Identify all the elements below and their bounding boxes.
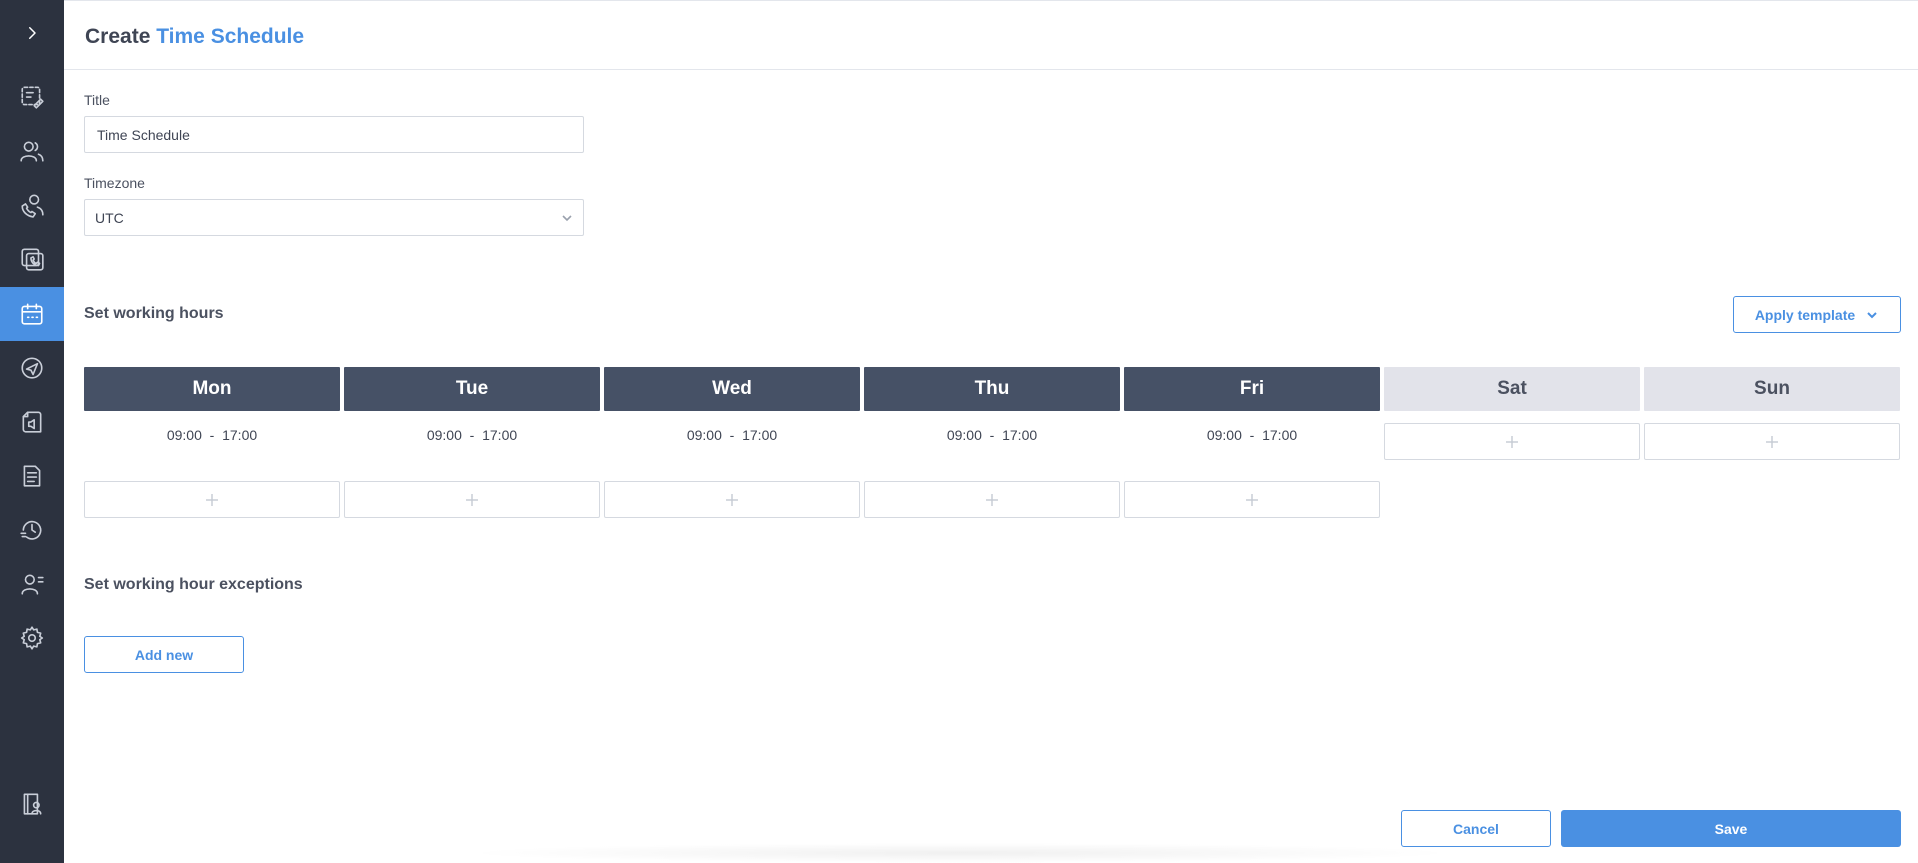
time-start[interactable]: 09:00 (1207, 427, 1242, 443)
working-hours-title: Set working hours (84, 305, 224, 322)
add-exception-label: Add new (134, 646, 194, 663)
users-icon (20, 141, 44, 162)
day-toggle-sat[interactable]: Sat (1384, 367, 1640, 411)
day-column-sun: Sun (1644, 367, 1900, 460)
day-toggle-tue[interactable]: Tue (344, 367, 600, 411)
day-column-fri: Fri 09:00 - 17:00 (1124, 367, 1380, 518)
chevron-down-icon (562, 214, 572, 221)
sidebar-item-history[interactable] (0, 503, 64, 557)
title-label: Title (84, 92, 110, 108)
add-time-slot-button[interactable] (864, 481, 1120, 518)
time-range[interactable]: 09:00 - 17:00 (84, 427, 340, 443)
time-separator: - (729, 427, 735, 443)
add-time-slot-button[interactable] (1384, 423, 1640, 460)
gear-icon (20, 626, 44, 650)
time-end[interactable]: 17:00 (482, 427, 517, 443)
sidebar-item-reports[interactable] (0, 449, 64, 503)
cancel-label: Cancel (1453, 820, 1499, 837)
phone-copy-icon (21, 248, 44, 271)
sidebar-item-settings[interactable] (0, 611, 64, 665)
history-icon (20, 520, 42, 540)
time-range[interactable]: 09:00 - 17:00 (1124, 427, 1380, 443)
sidebar-item-campaigns[interactable] (0, 341, 64, 395)
chevron-right-icon (29, 27, 36, 39)
page-title-accent: Time Schedule (156, 25, 305, 48)
day-column-mon: Mon 09:00 - 17:00 (84, 367, 340, 518)
page-title: Create Time Schedule (85, 25, 304, 49)
day-toggle-thu[interactable]: Thu (864, 367, 1120, 411)
sidebar (0, 0, 64, 863)
time-start[interactable]: 09:00 (687, 427, 722, 443)
sidebar-item-time-schedules[interactable] (0, 287, 64, 341)
title-input[interactable] (84, 116, 584, 153)
day-column-wed: Wed 09:00 - 17:00 (604, 367, 860, 518)
rocket-icon (21, 357, 43, 379)
plus-icon (206, 493, 218, 506)
plus-icon (986, 493, 998, 506)
time-range[interactable]: 09:00 - 17:00 (344, 427, 600, 443)
time-end[interactable]: 17:00 (1002, 427, 1037, 443)
time-separator: - (1249, 427, 1255, 443)
chevron-down-icon (1867, 311, 1877, 318)
sidebar-item-call-agent[interactable] (0, 178, 64, 232)
calendar-icon (21, 303, 43, 325)
contacts-icon (21, 574, 44, 595)
sidebar-item-schedule-edit[interactable] (0, 70, 64, 124)
plus-icon (726, 493, 738, 506)
time-end[interactable]: 17:00 (222, 427, 257, 443)
add-time-slot-button[interactable] (84, 481, 340, 518)
add-exception-button[interactable]: Add new (84, 636, 244, 673)
sidebar-item-contacts[interactable] (0, 557, 64, 611)
day-toggle-sun[interactable]: Sun (1644, 367, 1900, 411)
time-start[interactable]: 09:00 (947, 427, 982, 443)
page-title-prefix: Create (85, 25, 151, 48)
apply-template-button[interactable]: Apply template (1733, 296, 1901, 333)
day-column-sat: Sat (1384, 367, 1640, 460)
page-header: Create Time Schedule (64, 0, 1918, 70)
file-audio-icon (22, 411, 42, 433)
add-time-slot-button[interactable] (344, 481, 600, 518)
add-time-slot-button[interactable] (1124, 481, 1380, 518)
add-time-slot-button[interactable] (1644, 423, 1900, 460)
time-start[interactable]: 09:00 (167, 427, 202, 443)
apply-template-label: Apply template (1754, 306, 1856, 323)
timezone-label: Timezone (84, 175, 145, 191)
time-range[interactable]: 09:00 - 17:00 (864, 427, 1120, 443)
exceptions-title: Set working hour exceptions (84, 576, 303, 593)
sidebar-item-audio-files[interactable] (0, 395, 64, 449)
day-column-tue: Tue 09:00 - 17:00 (344, 367, 600, 518)
day-toggle-wed[interactable]: Wed (604, 367, 860, 411)
sidebar-item-users[interactable] (0, 124, 64, 178)
plus-icon (466, 493, 478, 506)
save-button[interactable]: Save (1561, 810, 1901, 847)
account-book-icon (23, 793, 42, 815)
day-toggle-mon[interactable]: Mon (84, 367, 340, 411)
cancel-button[interactable]: Cancel (1401, 810, 1551, 847)
agent-phone-icon (21, 194, 44, 218)
timezone-select[interactable]: UTC (84, 199, 584, 236)
note-edit-icon (21, 86, 44, 109)
document-icon (23, 465, 41, 487)
sidebar-item-account[interactable] (0, 777, 64, 831)
time-range[interactable]: 09:00 - 17:00 (604, 427, 860, 443)
footer-shadow (460, 843, 1460, 863)
sidebar-toggle-button[interactable] (0, 6, 64, 60)
time-separator: - (469, 427, 475, 443)
day-toggle-fri[interactable]: Fri (1124, 367, 1380, 411)
time-start[interactable]: 09:00 (427, 427, 462, 443)
plus-icon (1246, 493, 1258, 506)
time-separator: - (209, 427, 215, 443)
save-label: Save (1714, 820, 1748, 837)
plus-icon (1506, 435, 1518, 448)
add-time-slot-button[interactable] (604, 481, 860, 518)
time-end[interactable]: 17:00 (742, 427, 777, 443)
plus-icon (1766, 435, 1778, 448)
time-separator: - (989, 427, 995, 443)
sidebar-item-phone-numbers[interactable] (0, 232, 64, 286)
day-column-thu: Thu 09:00 - 17:00 (864, 367, 1120, 518)
time-end[interactable]: 17:00 (1262, 427, 1297, 443)
timezone-value: UTC (95, 209, 124, 226)
